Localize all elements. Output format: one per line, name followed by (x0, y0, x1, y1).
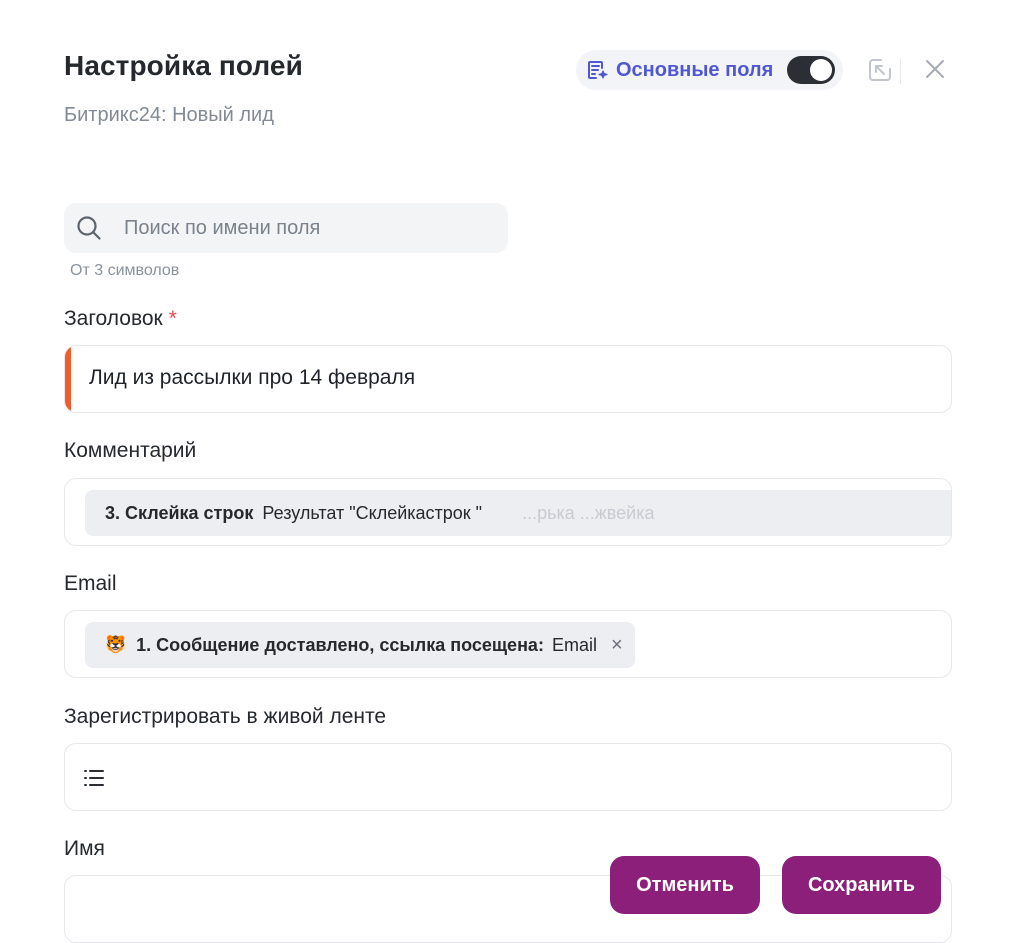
ai-fields-icon (586, 59, 608, 81)
cancel-button[interactable]: Отменить (610, 856, 760, 914)
email-field[interactable]: 🐯 1. Сообщение доставлено, ссылка посеще… (64, 610, 952, 678)
comment-chip[interactable]: 3. Склейка строк Результат "Склейкастрок… (85, 490, 951, 536)
title-field-value: Лид из рассылки про 14 февраля (89, 366, 416, 389)
title-field[interactable]: Лид из рассылки про 14 февраля (64, 345, 952, 413)
name-field-label: Имя (64, 837, 105, 860)
main-fields-toggle[interactable] (787, 56, 836, 84)
title-label-text: Заголовок (64, 307, 163, 330)
close-button[interactable] (920, 56, 950, 86)
list-icon[interactable] (81, 766, 107, 790)
header-divider (900, 58, 901, 84)
feed-field-label: Зарегистрировать в живой ленте (64, 705, 387, 728)
page-subtitle: Битрикс24: Новый лид (64, 104, 274, 126)
title-field-label: Заголовок * (64, 307, 177, 331)
email-field-label: Email (64, 572, 117, 595)
comment-field[interactable]: 3. Склейка строк Результат "Склейкастрок… (64, 478, 952, 546)
chip-remove-icon[interactable]: × (611, 634, 623, 657)
collapse-button[interactable] (866, 58, 894, 86)
required-field-marker (65, 346, 71, 412)
close-icon (924, 58, 946, 85)
field-search[interactable] (64, 203, 508, 253)
email-chip[interactable]: 🐯 1. Сообщение доставлено, ссылка посеще… (85, 622, 635, 668)
comment-chip-title: 3. Склейка строк (105, 502, 254, 523)
page-title: Настройка полей (64, 50, 303, 81)
comment-chip-value: Результат "Склейкастрок " (262, 502, 483, 523)
email-chip-value: Email (551, 634, 597, 655)
feed-field[interactable] (64, 743, 952, 811)
sender-emoji-icon: 🐯 (105, 635, 127, 654)
comment-field-label: Комментарий (64, 439, 197, 462)
search-input[interactable] (122, 215, 486, 241)
main-fields-label: Основные поля (616, 58, 774, 81)
email-chip-title: 1. Сообщение доставлено, ссылка посещена… (136, 634, 544, 655)
collapse-icon (867, 57, 893, 88)
save-button[interactable]: Сохранить (782, 856, 941, 914)
required-mark: * (168, 307, 177, 330)
comment-chip-faded: ...рька ...жвейка (522, 502, 655, 523)
toggle-knob (810, 59, 833, 81)
search-hint: От 3 символов (70, 262, 180, 279)
search-icon (76, 214, 104, 242)
main-fields-switch[interactable]: Основные поля (576, 50, 844, 90)
